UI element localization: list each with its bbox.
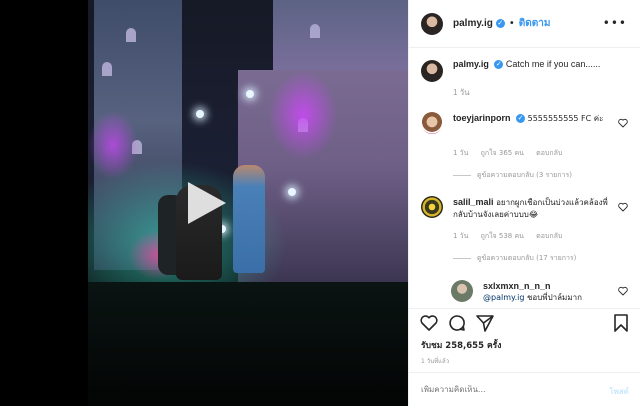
comment-item: salil_mali อยากผูกเชือกเป็นบ่วงแล้วคล้อง…: [421, 196, 631, 221]
stage-lamp: [246, 90, 254, 98]
castle-tower: [273, 0, 408, 75]
stage-lamp: [288, 188, 296, 196]
post-date: 1 วันที่แล้ว: [421, 358, 450, 365]
view-replies-button[interactable]: ดูข้อความตอบกลับ (17 รายการ): [453, 253, 576, 264]
view-count[interactable]: รับชม 258,655 ครั้ง: [421, 338, 501, 352]
comment-icon[interactable]: [447, 313, 467, 333]
avatar[interactable]: [421, 112, 443, 134]
verified-badge-icon: ✓: [494, 60, 504, 70]
action-bar: [409, 308, 640, 338]
stage-lamp: [196, 110, 204, 118]
comment-likes[interactable]: ถูกใจ 538 คน: [481, 232, 524, 240]
username-link[interactable]: palmy.ig: [453, 18, 493, 29]
play-icon[interactable]: [182, 180, 228, 226]
comment-username[interactable]: salil_mali: [453, 197, 494, 207]
share-icon[interactable]: [475, 313, 495, 333]
avatar[interactable]: [421, 196, 443, 218]
verified-badge-icon: ✓: [516, 114, 526, 123]
post-sidebar: palmy.ig ✓ • ติดตาม ••• palmy.ig ✓ Catch…: [408, 0, 640, 406]
comment-item: toeyjarinporn ✓ 5555555555 FC ค่ะ: [421, 112, 631, 134]
comment-username[interactable]: toeyjarinporn: [453, 113, 511, 123]
reply-button[interactable]: ตอบกลับ: [536, 232, 562, 240]
comment-meta: 1 วัน ถูกใจ 365 คน ตอบกลับ: [453, 148, 572, 159]
separator: •: [508, 18, 515, 29]
avatar[interactable]: [421, 12, 443, 35]
caption-text: Catch me if you can......: [505, 59, 601, 69]
post-comment-button[interactable]: โพสต์: [609, 385, 629, 398]
castle-window: [102, 62, 112, 76]
comment-time: 1 วัน: [453, 232, 469, 240]
bookmark-icon[interactable]: [611, 313, 631, 333]
comment-time: 1 วัน: [453, 149, 469, 157]
view-replies-button[interactable]: ดูข้อความตอบกลับ (3 รายการ): [453, 170, 572, 181]
verified-badge-icon: ✓: [495, 19, 505, 28]
performer: [233, 165, 265, 273]
more-options-button[interactable]: •••: [603, 16, 627, 30]
like-comment-icon[interactable]: [618, 118, 628, 128]
add-comment-section: โพสต์: [409, 372, 640, 406]
stage-light-purple: [268, 70, 338, 160]
like-comment-icon[interactable]: [618, 286, 628, 296]
instagram-post-modal: palmy.ig ✓ • ติดตาม ••• palmy.ig ✓ Catch…: [0, 0, 640, 406]
reply-button[interactable]: ตอบกลับ: [536, 149, 562, 157]
castle-window: [126, 28, 136, 42]
comment-text: ชอบพี่ปาล์มมาก: [526, 293, 582, 302]
comment-body: sxlxmxn_n_n_n @palmy.ig ชอบพี่ปาล์มมาก: [483, 280, 623, 304]
mention-link[interactable]: @palmy.ig: [483, 293, 524, 302]
post-caption: palmy.ig ✓ Catch me if you can......: [421, 58, 631, 82]
castle-window: [310, 24, 320, 38]
heart-icon[interactable]: [419, 313, 439, 333]
like-comment-icon[interactable]: [618, 202, 628, 212]
comment-meta: 1 วัน ถูกใจ 538 คน ตอบกลับ: [453, 231, 572, 242]
avatar[interactable]: [421, 60, 443, 82]
comment-body: toeyjarinporn ✓ 5555555555 FC ค่ะ: [453, 112, 613, 134]
post-header: palmy.ig ✓ • ติดตาม •••: [409, 0, 640, 48]
caption-username[interactable]: palmy.ig: [453, 59, 489, 69]
reply-item: sxlxmxn_n_n_n @palmy.ig ชอบพี่ปาล์มมาก: [451, 280, 631, 304]
caption-time: 1 วัน: [453, 88, 470, 97]
comment-body: salil_mali อยากผูกเชือกเป็นบ่วงแล้วคล้อง…: [453, 196, 613, 221]
post-video[interactable]: [88, 0, 408, 406]
comment-text: 5555555555 FC ค่ะ: [527, 114, 604, 123]
comment-input[interactable]: [421, 385, 581, 394]
comment-username[interactable]: sxlxmxn_n_n_n: [483, 280, 623, 292]
caption-body: palmy.ig ✓ Catch me if you can......: [453, 58, 600, 82]
comment-likes[interactable]: ถูกใจ 365 คน: [481, 149, 524, 157]
avatar[interactable]: [451, 280, 473, 302]
follow-button[interactable]: ติดตาม: [519, 16, 551, 31]
stage-floor: [88, 282, 408, 406]
